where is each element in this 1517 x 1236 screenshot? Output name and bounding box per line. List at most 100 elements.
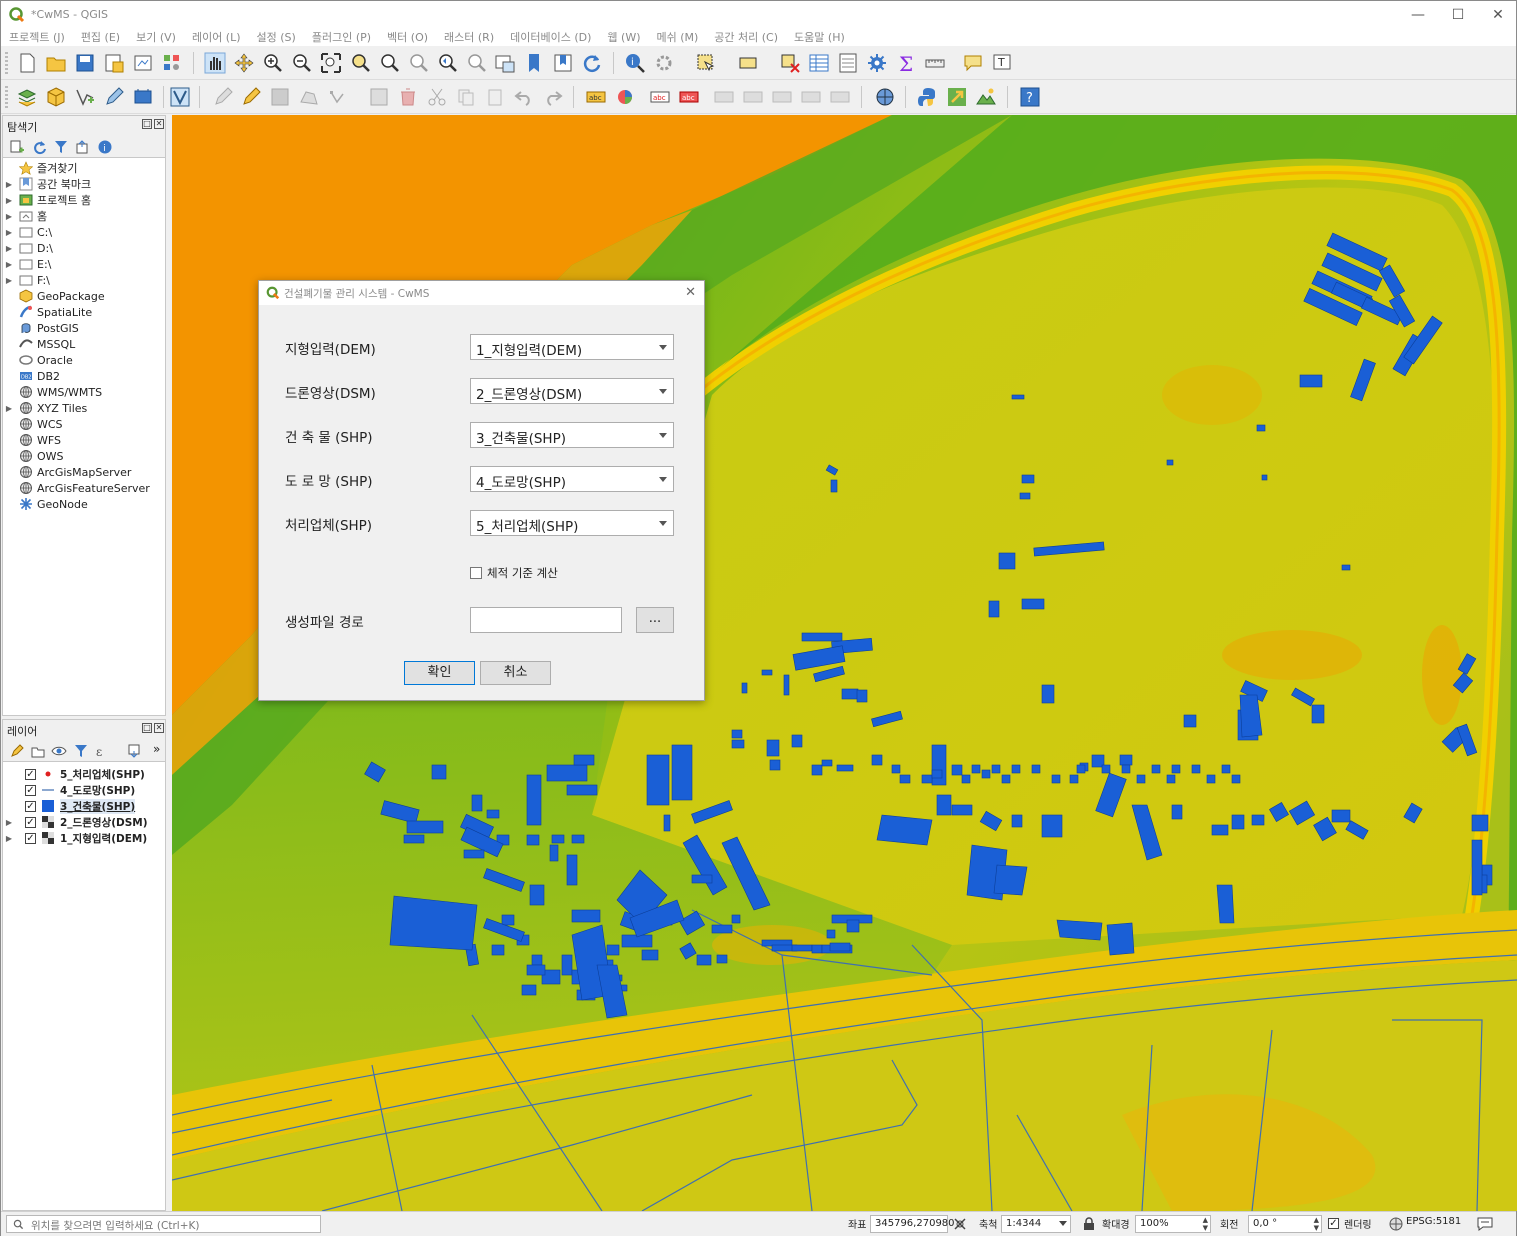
new-bookmark-button[interactable] (522, 51, 546, 75)
new-project-button[interactable] (15, 51, 39, 75)
deselect-all-button[interactable] (778, 51, 802, 75)
browser-item[interactable]: Oracle (3, 352, 165, 368)
ok-button[interactable]: 확인 (404, 661, 475, 685)
select-features-button[interactable] (694, 51, 718, 75)
zoom-in-button[interactable] (261, 51, 285, 75)
cut-features-button[interactable] (425, 85, 449, 109)
browser-item[interactable]: MSSQL (3, 336, 165, 352)
dsm-combobox[interactable]: 2_드론영상(DSM) (470, 378, 674, 404)
delete-selected-button[interactable] (396, 85, 420, 109)
expand-arrow-icon[interactable]: ▶ (3, 180, 15, 189)
style-manager-button[interactable] (160, 51, 184, 75)
new-geopackage-layer-button[interactable] (44, 85, 68, 109)
expand-arrow-icon[interactable]: ▶ (3, 212, 15, 221)
layer-visibility-checkbox[interactable]: ✓ (25, 816, 36, 828)
field-calculator-button[interactable] (836, 51, 860, 75)
menu-vector[interactable]: 벡터 (O) (387, 29, 428, 45)
filter-icon[interactable] (53, 139, 69, 155)
browser-item[interactable]: ▶ E:\ (3, 256, 165, 272)
zoom-to-selection-button[interactable] (348, 51, 372, 75)
expand-all-icon[interactable] (127, 743, 143, 759)
open-project-button[interactable] (44, 51, 68, 75)
expand-arrow-icon[interactable]: ▶ (3, 228, 15, 237)
browser-item[interactable]: ▶ 공간 북마크 (3, 176, 165, 192)
text-annotation-button[interactable]: T (990, 51, 1014, 75)
manage-visibility-icon[interactable] (51, 743, 67, 759)
map-tips-button[interactable] (961, 51, 985, 75)
new-map-view-button[interactable] (493, 51, 517, 75)
menu-view[interactable]: 보기 (V) (136, 29, 176, 45)
close-panel-button[interactable]: ✕ (154, 723, 164, 733)
browser-item[interactable]: DB2 DB2 (3, 368, 165, 384)
paste-features-button[interactable] (483, 85, 507, 109)
add-feature-button[interactable] (297, 85, 321, 109)
layer-item[interactable]: ▶ ✓ 2_드론영상(DSM) (3, 814, 165, 830)
browser-item[interactable]: WFS (3, 432, 165, 448)
browser-item[interactable]: OWS (3, 448, 165, 464)
expand-arrow-icon[interactable]: ▶ (3, 260, 15, 269)
measure-button[interactable] (923, 51, 947, 75)
zoom-full-button[interactable] (319, 51, 343, 75)
refresh-button[interactable] (580, 51, 604, 75)
expand-arrow-icon[interactable]: ▶ (3, 818, 15, 827)
vector-plugin-button[interactable] (168, 85, 192, 109)
browser-item[interactable]: ▶ C:\ (3, 224, 165, 240)
browser-item[interactable]: ArcGisMapServer (3, 464, 165, 480)
browser-item[interactable]: ▶ F:\ (3, 272, 165, 288)
change-label-button[interactable] (770, 85, 794, 109)
new-temp-layer-button[interactable] (102, 85, 126, 109)
road-combobox[interactable]: 4_도로망(SHP) (470, 466, 674, 492)
pan-to-selection-button[interactable] (232, 51, 256, 75)
crs-label[interactable]: EPSG:5181 (1406, 1216, 1461, 1227)
float-panel-button[interactable]: □ (142, 723, 152, 733)
save-as-button[interactable] (102, 51, 126, 75)
info-icon[interactable]: i (97, 139, 113, 155)
browser-item[interactable]: 즐겨찾기 (3, 160, 165, 176)
output-path-input[interactable] (470, 607, 622, 633)
layer-visibility-checkbox[interactable]: ✓ (25, 768, 36, 780)
locator-search-input[interactable]: 위치를 찾으려면 입력하세요 (Ctrl+K) (6, 1215, 321, 1233)
browser-item[interactable]: ArcGisFeatureServer (3, 480, 165, 496)
minimize-button[interactable]: — (1397, 1, 1439, 28)
expand-arrow-icon[interactable]: ▶ (3, 404, 15, 413)
menu-edit[interactable]: 편집 (E) (81, 29, 120, 45)
toolbar-grip[interactable] (5, 86, 8, 108)
filter-expression-icon[interactable]: ε (95, 743, 111, 759)
rotation-spinbox[interactable]: 0,0 ° ▲ ▼ (1248, 1215, 1322, 1233)
browser-item[interactable]: WMS/WMTS (3, 384, 165, 400)
toggle-editing-button[interactable] (239, 85, 263, 109)
layer-styling-icon[interactable] (9, 743, 25, 759)
expand-arrow-icon[interactable]: ▶ (3, 276, 15, 285)
crs-globe-icon[interactable] (1389, 1217, 1403, 1231)
label-tools-button[interactable] (828, 85, 852, 109)
browser-item[interactable]: GeoNode (3, 496, 165, 512)
add-selected-layers-icon[interactable] (9, 139, 25, 155)
menu-plugins[interactable]: 플러그인 (P) (312, 29, 371, 45)
vertex-tool-button[interactable] (326, 85, 350, 109)
menu-settings[interactable]: 설정 (S) (257, 29, 296, 45)
modify-attributes-button[interactable] (367, 85, 391, 109)
statistics-button[interactable]: Σ (894, 51, 918, 75)
browser-item[interactable]: PostGIS (3, 320, 165, 336)
refresh-icon[interactable] (31, 139, 47, 155)
browser-item[interactable]: ▶ D:\ (3, 240, 165, 256)
coordinate-field[interactable]: 345796,270980 (870, 1215, 955, 1233)
identify-button[interactable]: i (623, 51, 647, 75)
menu-database[interactable]: 데이터베이스 (D) (510, 29, 591, 45)
browser-item[interactable]: SpatiaLite (3, 304, 165, 320)
labeling-button[interactable]: abc (584, 85, 608, 109)
scale-combobox[interactable]: 1:4344 (1001, 1215, 1071, 1233)
data-source-manager-button[interactable] (15, 85, 39, 109)
show-hide-labels-button[interactable]: abc (677, 85, 701, 109)
save-project-button[interactable] (73, 51, 97, 75)
quickmapservices-button[interactable] (873, 85, 897, 109)
layer-visibility-checkbox[interactable]: ✓ (25, 784, 36, 796)
zoom-native-button[interactable] (406, 51, 430, 75)
add-group-icon[interactable] (30, 743, 46, 759)
diagram-button[interactable] (613, 85, 637, 109)
pan-map-button[interactable] (203, 51, 227, 75)
volume-checkbox[interactable] (470, 567, 482, 579)
browse-button[interactable]: ... (636, 607, 674, 633)
select-by-value-button[interactable] (736, 51, 760, 75)
dialog-close-button[interactable]: ✕ (685, 285, 696, 300)
